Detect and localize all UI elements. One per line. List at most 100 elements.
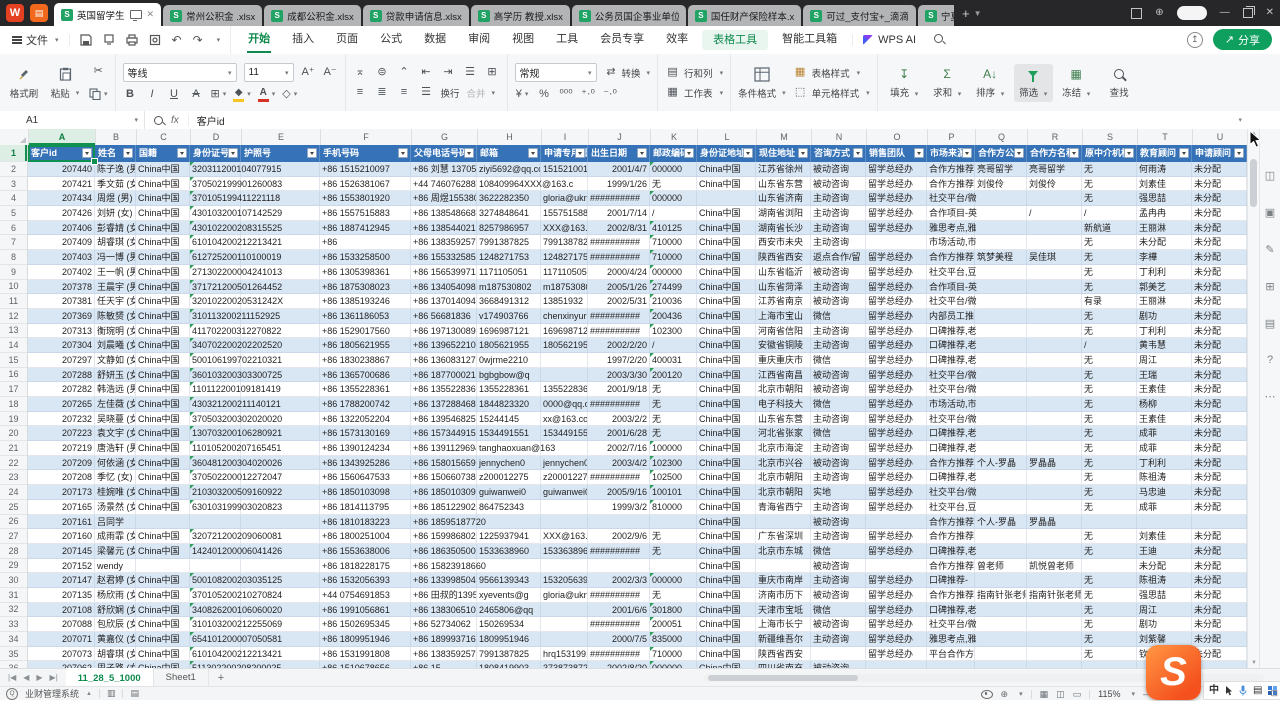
document-tab[interactable]: S常州公积金 .xlsx (163, 5, 262, 26)
view-break-icon[interactable]: ▭ (1073, 690, 1082, 699)
filter-button[interactable]: 筛选 ▾ (1014, 64, 1053, 102)
percent-icon[interactable]: % (537, 87, 552, 102)
table-header-cell[interactable]: 申请专用邮箱 (541, 145, 588, 162)
cell-L24[interactable]: China中国 (697, 485, 756, 500)
cell-B9[interactable]: 王一帆 (男 (95, 265, 136, 280)
cell-R6[interactable] (1027, 221, 1082, 236)
cell-K5[interactable]: / (650, 206, 697, 221)
filter-dropdown-icon[interactable] (743, 148, 753, 158)
cell-L15[interactable]: China中国 (697, 353, 756, 368)
cell-L35[interactable]: China中国 (697, 647, 756, 662)
justify-icon[interactable]: ☰ (419, 85, 434, 100)
cell-S28[interactable]: 无 (1082, 544, 1137, 559)
cell-F8[interactable]: +86 1533258500 (320, 250, 411, 265)
cell-M7[interactable]: 西安市未央 (756, 235, 811, 250)
last-sheet-icon[interactable]: ▶| (50, 673, 58, 682)
cell-J25[interactable]: 1999/3/2 (588, 500, 650, 515)
cell-C23[interactable]: China中国 (136, 470, 190, 485)
cell-M24[interactable]: 北京市朝阳 (756, 485, 811, 500)
cell-M27[interactable]: 广东省深圳 (756, 529, 811, 544)
cell-F5[interactable]: +86 1557515883 (320, 206, 411, 221)
print-icon[interactable] (126, 34, 138, 46)
cell-D26[interactable] (190, 515, 241, 530)
cell-N10[interactable]: 主动咨询 (811, 280, 866, 295)
cell-S10[interactable]: 无 (1082, 280, 1137, 295)
cell-O22[interactable]: 留学总经办 (866, 456, 927, 471)
cell-L34[interactable]: China中国 (697, 632, 756, 647)
cell-B22[interactable]: 何依涵 (女 (95, 456, 136, 471)
cell-P21[interactable]: 口碑推荐,老 (927, 441, 975, 456)
cell-J13[interactable]: ########## (588, 324, 650, 339)
cell-N12[interactable]: 微信 (811, 309, 866, 324)
cell-R28[interactable] (1027, 544, 1082, 559)
row-header-24[interactable]: 24 (0, 485, 27, 500)
row-header-5[interactable]: 5 (0, 206, 27, 221)
cell-S36[interactable] (1082, 661, 1137, 668)
cell-G25[interactable]: +86 18512290208 (411, 500, 477, 515)
cell-T22[interactable]: 丁利利 (1137, 456, 1192, 471)
column-header-T[interactable]: T (1138, 129, 1193, 145)
column-header-S[interactable]: S (1083, 129, 1138, 145)
cell-H32[interactable]: 2465806@qq (477, 603, 541, 618)
undo-icon[interactable]: ↶ (172, 34, 182, 46)
locate-caret-icon[interactable]: ▾ (1019, 690, 1023, 698)
cell-M20[interactable]: 河北省张家 (756, 426, 811, 441)
cell-B14[interactable]: 刘晨曦 (女 (95, 338, 136, 353)
cell-G19[interactable]: +86 13954682513 (411, 412, 477, 427)
row-header-22[interactable]: 22 (0, 456, 27, 471)
cell-A28[interactable]: 207145 (28, 544, 95, 559)
cell-I18[interactable]: 0000@qq.co (541, 397, 588, 412)
cell-M17[interactable]: 北京市朝阳 (756, 382, 811, 397)
cell-D29[interactable] (190, 559, 241, 574)
column-header-G[interactable]: G (412, 129, 478, 145)
cell-B13[interactable]: 衡琬明 (女 (95, 324, 136, 339)
cell-K24[interactable]: 100101 (650, 485, 697, 500)
cell-I34[interactable] (541, 632, 588, 647)
table-header-cell[interactable]: 护照号 (241, 145, 320, 162)
column-header-A[interactable]: A (29, 129, 96, 145)
cell-F11[interactable]: +86 1385193246 (320, 294, 411, 309)
cell-H36[interactable]: 1808419903 (477, 661, 541, 668)
cell-Q33[interactable] (975, 617, 1027, 632)
cell-C7[interactable]: China中国 (136, 235, 190, 250)
row-header-14[interactable]: 14 (0, 338, 27, 353)
cell-A10[interactable]: 207378 (28, 280, 95, 295)
cell-D12[interactable]: 310113200211152925 (190, 309, 241, 324)
cell-B23[interactable]: 季忆 (女) (95, 470, 136, 485)
cell-M8[interactable]: 陕西省西安 (756, 250, 811, 265)
select-all-corner[interactable] (0, 129, 29, 145)
cell-B33[interactable]: 包欣辰 (女 (95, 617, 136, 632)
cell-S17[interactable]: 无 (1082, 382, 1137, 397)
cell-S23[interactable]: 无 (1082, 470, 1137, 485)
tab-list-chevron-icon[interactable]: ▼ (974, 9, 982, 18)
cell-H35[interactable]: 7991387825 (477, 647, 541, 662)
wrap-text-button[interactable]: 换行 (441, 86, 460, 100)
row-header-32[interactable]: 32 (0, 603, 27, 618)
cell-I19[interactable]: xx@163.com (541, 412, 588, 427)
column-header-Q[interactable]: Q (976, 129, 1028, 145)
cell-C27[interactable]: China中国 (136, 529, 190, 544)
cell-D11[interactable]: 32010220020531242X (190, 294, 241, 309)
cell-U11[interactable]: 未分配 (1192, 294, 1247, 309)
cell-U24[interactable]: 未分配 (1192, 485, 1247, 500)
cell-P16[interactable]: 社交平台/微 (927, 368, 975, 383)
formula-expand-icon[interactable]: ▾ (1238, 116, 1242, 124)
cell-F20[interactable]: +86 1573130169 (320, 426, 411, 441)
cell-F24[interactable]: +86 1850103098 (320, 485, 411, 500)
strikethrough-icon[interactable]: A (189, 87, 204, 102)
cell-B18[interactable]: 左佳薇 (女 (95, 397, 136, 412)
cell-F16[interactable]: +86 1365700686 (320, 368, 411, 383)
cell-A25[interactable]: 207165 (28, 500, 95, 515)
cell-Q11[interactable] (975, 294, 1027, 309)
cell-I15[interactable] (541, 353, 588, 368)
cell-S31[interactable]: 无 (1082, 588, 1137, 603)
cell-T19[interactable]: 王素佳 (1137, 412, 1192, 427)
row-header-25[interactable]: 25 (0, 500, 27, 515)
cell-Q14[interactable] (975, 338, 1027, 353)
cell-U30[interactable]: 未分配 (1192, 573, 1247, 588)
cell-M35[interactable]: 陕西省西安 (756, 647, 811, 662)
cell-A8[interactable]: 207403 (28, 250, 95, 265)
decrease-font-icon[interactable]: A⁻ (323, 65, 338, 80)
cell-M21[interactable]: 北京市海淀 (756, 441, 811, 456)
cell-C33[interactable]: China中国 (136, 617, 190, 632)
